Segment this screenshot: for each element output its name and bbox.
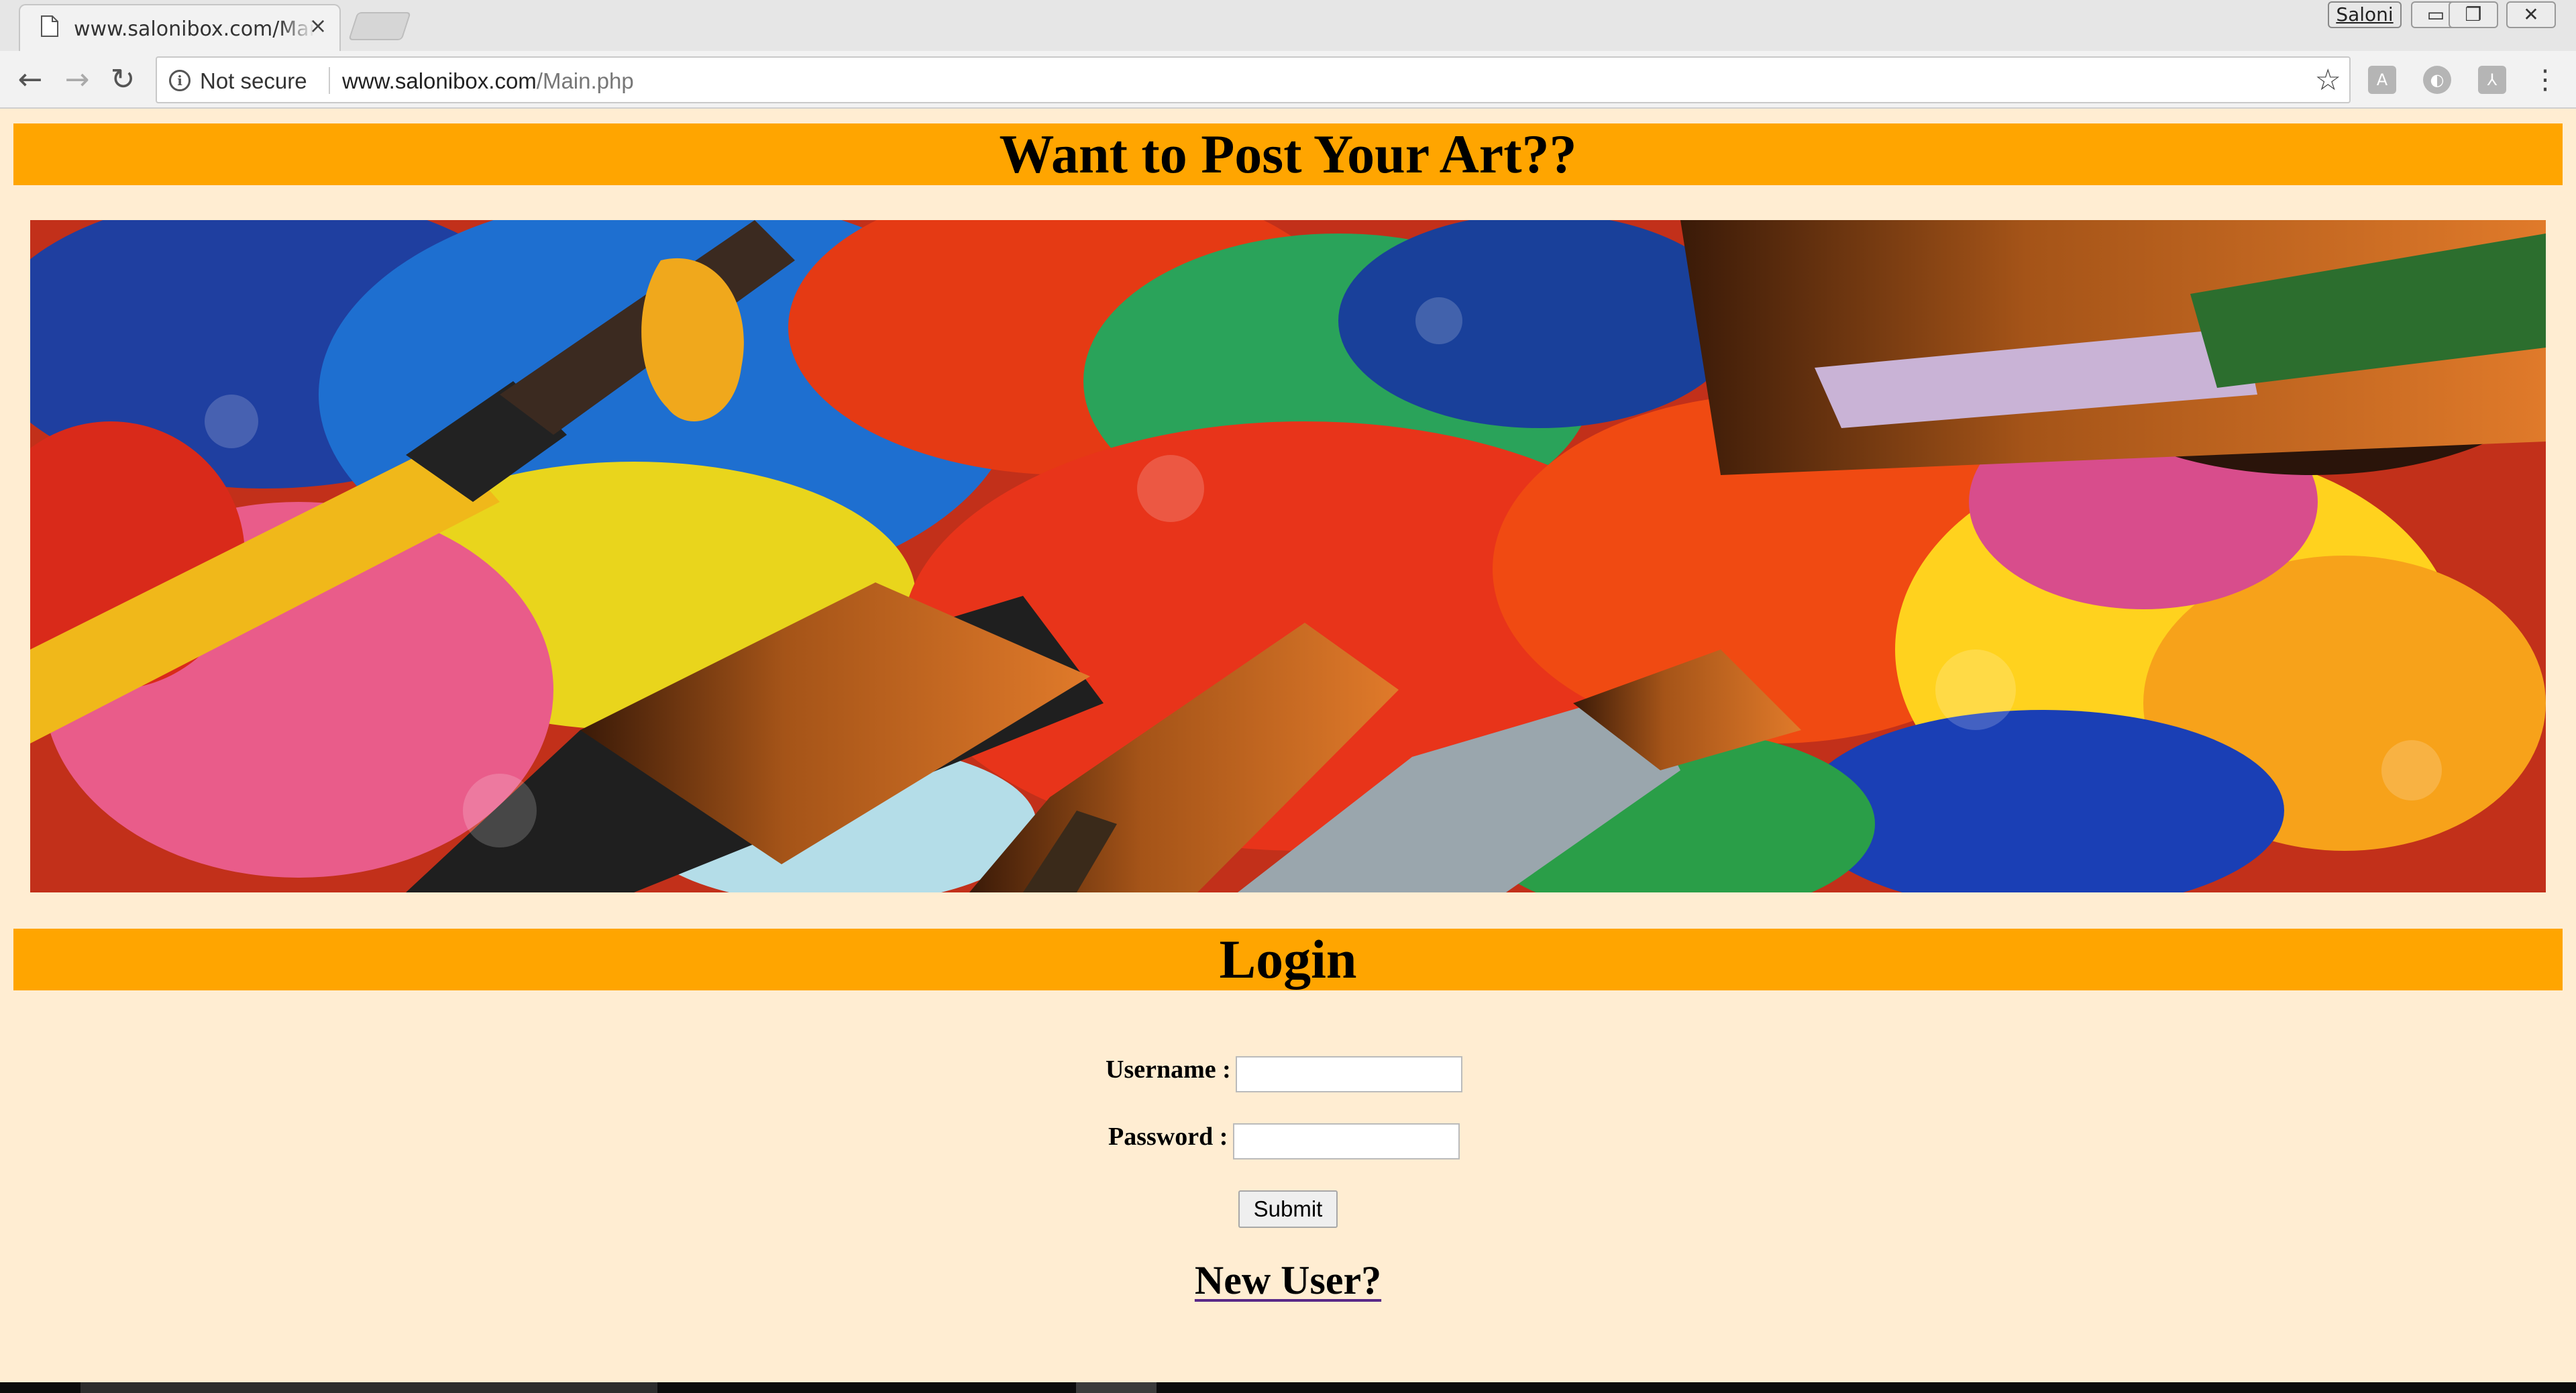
password-label: Password : xyxy=(1108,1123,1228,1151)
close-window-button[interactable]: ✕ xyxy=(2506,1,2556,28)
url-domain: www.salonibox.com xyxy=(342,68,537,93)
restore-button[interactable]: ❐ xyxy=(2449,1,2498,28)
password-input[interactable] xyxy=(1233,1123,1460,1159)
new-tab-button[interactable] xyxy=(348,12,411,40)
extension-b-icon[interactable]: ◐ xyxy=(2423,66,2451,94)
url-text[interactable]: www.salonibox.com/Main.php xyxy=(342,68,634,94)
submit-button[interactable]: Submit xyxy=(1238,1190,1338,1228)
url-path: /Main.php xyxy=(536,68,634,93)
tab-title: www.salonibox.com/Main.php xyxy=(74,17,315,41)
browser-tab[interactable]: www.salonibox.com/Main.php × xyxy=(19,4,341,51)
taskbar-item[interactable] xyxy=(1076,1382,1157,1393)
forward-button[interactable]: → xyxy=(59,62,95,98)
os-taskbar xyxy=(0,1382,2576,1393)
bookmark-star-icon[interactable]: ☆ xyxy=(2315,64,2341,97)
info-icon[interactable]: i xyxy=(169,70,191,91)
tab-close-icon[interactable]: × xyxy=(306,13,330,38)
new-user-container: New User? xyxy=(0,1257,2576,1304)
extension-a-icon[interactable]: A xyxy=(2368,66,2396,94)
pdf-extension-icon[interactable]: ⅄ xyxy=(2478,66,2506,94)
browser-toolbar: ← → ↻ i Not secure www.salonibox.com/Mai… xyxy=(0,51,2576,109)
browser-tabstrip: www.salonibox.com/Main.php × Saloni ▭ ❐ … xyxy=(0,0,2576,51)
taskbar-item[interactable] xyxy=(80,1382,657,1393)
profile-button[interactable]: Saloni xyxy=(2328,1,2402,28)
security-label[interactable]: Not secure xyxy=(200,68,307,94)
page-icon xyxy=(41,15,58,37)
new-user-link[interactable]: New User? xyxy=(1195,1258,1381,1302)
url-divider xyxy=(329,67,330,94)
address-bar[interactable]: i Not secure www.salonibox.com/Main.php … xyxy=(156,56,2351,103)
back-button[interactable]: ← xyxy=(12,62,48,98)
hero-image xyxy=(30,220,2546,892)
paint-brushes-illustration xyxy=(30,220,2546,892)
browser-menu-icon[interactable]: ⋮ xyxy=(2532,62,2559,98)
reload-button[interactable]: ↻ xyxy=(105,62,141,98)
login-heading: Login xyxy=(13,929,2563,990)
username-input[interactable] xyxy=(1236,1056,1462,1092)
page-title: Want to Post Your Art?? xyxy=(13,123,2563,185)
username-label: Username : xyxy=(1106,1055,1231,1084)
